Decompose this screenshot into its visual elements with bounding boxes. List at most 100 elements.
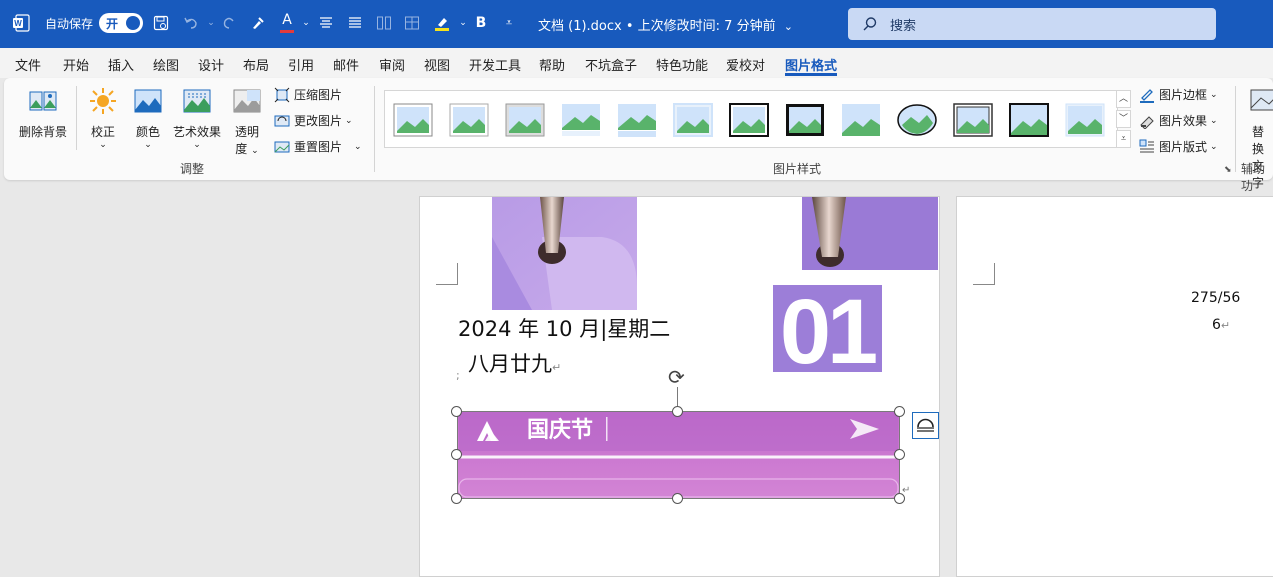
tab-draw[interactable]: 绘图 bbox=[153, 55, 179, 74]
style-thumbnail[interactable] bbox=[729, 103, 769, 137]
tab-review[interactable]: 审阅 bbox=[379, 55, 405, 74]
layout-options-button[interactable] bbox=[912, 412, 939, 439]
table-icon[interactable] bbox=[401, 12, 423, 34]
ribbon-divider bbox=[1235, 86, 1236, 172]
highlight-icon[interactable] bbox=[431, 12, 453, 34]
alt-text-label-line1: 替换 bbox=[1252, 125, 1265, 156]
align-center-icon[interactable] bbox=[315, 12, 337, 34]
color-button[interactable]: 颜色 ⌄ bbox=[130, 86, 166, 150]
gallery-scroll-down-button[interactable]: ﹀ bbox=[1116, 110, 1131, 128]
change-picture-dropdown-icon: ⌄ bbox=[345, 115, 353, 126]
compress-label: 压缩图片 bbox=[294, 88, 343, 102]
picture-border-button[interactable]: 图片边框 ⌄ bbox=[1139, 86, 1218, 103]
style-thumbnail[interactable] bbox=[897, 103, 937, 137]
adjust-group-label: 调整 bbox=[180, 162, 205, 176]
tab-layout[interactable]: 布局 bbox=[243, 55, 269, 74]
save-icon[interactable] bbox=[150, 12, 172, 34]
style-thumbnail[interactable] bbox=[953, 103, 993, 137]
style-thumbnail[interactable] bbox=[785, 103, 825, 137]
style-thumbnail[interactable] bbox=[617, 103, 657, 137]
resize-handle-n[interactable] bbox=[672, 406, 683, 417]
image-selection-frame bbox=[457, 411, 900, 499]
transparency-button[interactable]: 透明 度 ⌄ bbox=[229, 86, 265, 157]
undo-icon[interactable] bbox=[180, 12, 202, 34]
remove-background-button[interactable]: 删除背景 bbox=[15, 86, 71, 140]
picture-layout-button[interactable]: 图片版式 ⌄ bbox=[1139, 138, 1218, 155]
format-painter-icon[interactable] bbox=[247, 12, 269, 34]
end-paragraph-mark-icon: ↵ bbox=[902, 485, 911, 496]
corrections-button[interactable]: 校正 ⌄ bbox=[85, 86, 121, 150]
font-color-dropdown-icon[interactable]: ⌄ bbox=[295, 12, 317, 34]
compress-icon bbox=[274, 87, 290, 102]
style-thumbnail[interactable] bbox=[505, 103, 545, 137]
customize-toolbar-icon[interactable]: ⩡ bbox=[498, 12, 520, 34]
transparency-dropdown-icon: ⌄ bbox=[251, 146, 259, 156]
tab-bukeng-box[interactable]: 不坑盒子 bbox=[585, 55, 637, 74]
page2-text-line2[interactable]: 6↵ bbox=[1212, 317, 1230, 333]
resize-handle-sw[interactable] bbox=[451, 493, 462, 504]
tab-home[interactable]: 开始 bbox=[63, 55, 89, 74]
style-thumbnail[interactable] bbox=[1065, 103, 1105, 137]
document-title[interactable]: 文档 (1).docx • 上次修改时间: 7 分钟前 ⌄ bbox=[538, 15, 793, 34]
font-color-label: A bbox=[282, 12, 292, 28]
change-picture-button[interactable]: 更改图片 ⌄ bbox=[274, 112, 353, 129]
accessibility-group-label: 辅助功 bbox=[1241, 162, 1266, 193]
day-number-image[interactable]: 01 bbox=[773, 285, 882, 372]
tab-proofread[interactable]: 爱校对 bbox=[726, 55, 765, 74]
tab-insert[interactable]: 插入 bbox=[108, 55, 134, 74]
title-bar: W 自动保存 开 ⌄ A ⌄ ⌄ B ⩡ 文档 (1).docx • 上次修改时… bbox=[0, 0, 1273, 48]
resize-handle-s[interactable] bbox=[672, 493, 683, 504]
gallery-more-button[interactable]: ⩡ bbox=[1116, 130, 1131, 148]
tab-file[interactable]: 文件 bbox=[15, 55, 41, 74]
calendar-ring-image-right[interactable] bbox=[802, 197, 938, 270]
bold-button[interactable]: B bbox=[470, 12, 492, 34]
style-thumbnail[interactable] bbox=[673, 103, 713, 137]
corrections-dropdown-icon: ⌄ bbox=[99, 140, 107, 150]
compress-pictures-button[interactable]: 压缩图片 bbox=[274, 86, 342, 103]
resize-handle-w[interactable] bbox=[451, 449, 462, 460]
tab-design[interactable]: 设计 bbox=[198, 55, 224, 74]
search-placeholder: 搜索 bbox=[890, 19, 917, 34]
tab-references[interactable]: 引用 bbox=[288, 55, 314, 74]
rotate-icon[interactable]: ⟳ bbox=[668, 367, 690, 389]
tab-help[interactable]: 帮助 bbox=[539, 55, 565, 74]
tab-picture-format[interactable]: 图片格式 bbox=[785, 55, 837, 74]
date-line[interactable]: 2024 年 10 月|星期二 bbox=[458, 313, 670, 343]
picture-effects-button[interactable]: 图片效果 ⌄ bbox=[1139, 112, 1218, 129]
artistic-effects-label: 艺术效果 bbox=[172, 125, 221, 139]
reset-picture-label: 重置图片 bbox=[294, 140, 343, 154]
autosave-toggle[interactable]: 开 bbox=[99, 13, 143, 33]
calendar-ring-image-left[interactable] bbox=[492, 197, 637, 310]
resize-handle-ne[interactable] bbox=[894, 406, 905, 417]
tab-mailings[interactable]: 邮件 bbox=[333, 55, 359, 74]
style-thumbnail[interactable] bbox=[561, 103, 601, 137]
style-thumbnail[interactable] bbox=[393, 103, 433, 137]
lunar-date-line[interactable]: 八月廿九↵ bbox=[468, 348, 561, 378]
reset-picture-button[interactable]: 重置图片 ⌄ bbox=[274, 138, 362, 155]
lunar-date-text: 八月廿九 bbox=[468, 352, 552, 376]
autosave-label: 自动保存 bbox=[45, 17, 94, 31]
style-thumbnail[interactable] bbox=[449, 103, 489, 137]
redo-icon[interactable] bbox=[218, 12, 240, 34]
dialog-launcher-icon[interactable]: ⬊ bbox=[1224, 165, 1232, 175]
font-color-swatch bbox=[280, 30, 294, 33]
justify-icon[interactable] bbox=[344, 12, 366, 34]
style-thumbnail[interactable] bbox=[1009, 103, 1049, 137]
artistic-effects-button[interactable]: 艺术效果 ⌄ bbox=[170, 86, 224, 150]
page2-text-line1[interactable]: 275/56 bbox=[1191, 290, 1240, 306]
tab-developer[interactable]: 开发工具 bbox=[469, 55, 521, 74]
picture-color-icon bbox=[134, 89, 162, 113]
tab-view[interactable]: 视图 bbox=[424, 55, 450, 74]
picture-effects-label: 图片效果 bbox=[1159, 114, 1208, 128]
style-thumbnail[interactable] bbox=[841, 103, 881, 137]
columns-icon[interactable] bbox=[373, 12, 395, 34]
gallery-scroll-up-button[interactable]: ︿ bbox=[1116, 90, 1131, 108]
artistic-effects-dropdown-icon: ⌄ bbox=[193, 140, 201, 150]
remove-background-icon bbox=[29, 91, 57, 111]
tab-special-features[interactable]: 特色功能 bbox=[656, 55, 708, 74]
picture-layout-label: 图片版式 bbox=[1159, 140, 1208, 154]
resize-handle-nw[interactable] bbox=[451, 406, 462, 417]
word-app-icon[interactable]: W bbox=[12, 14, 30, 32]
resize-handle-e[interactable] bbox=[894, 449, 905, 460]
search-box[interactable]: 搜索 bbox=[848, 8, 1216, 40]
